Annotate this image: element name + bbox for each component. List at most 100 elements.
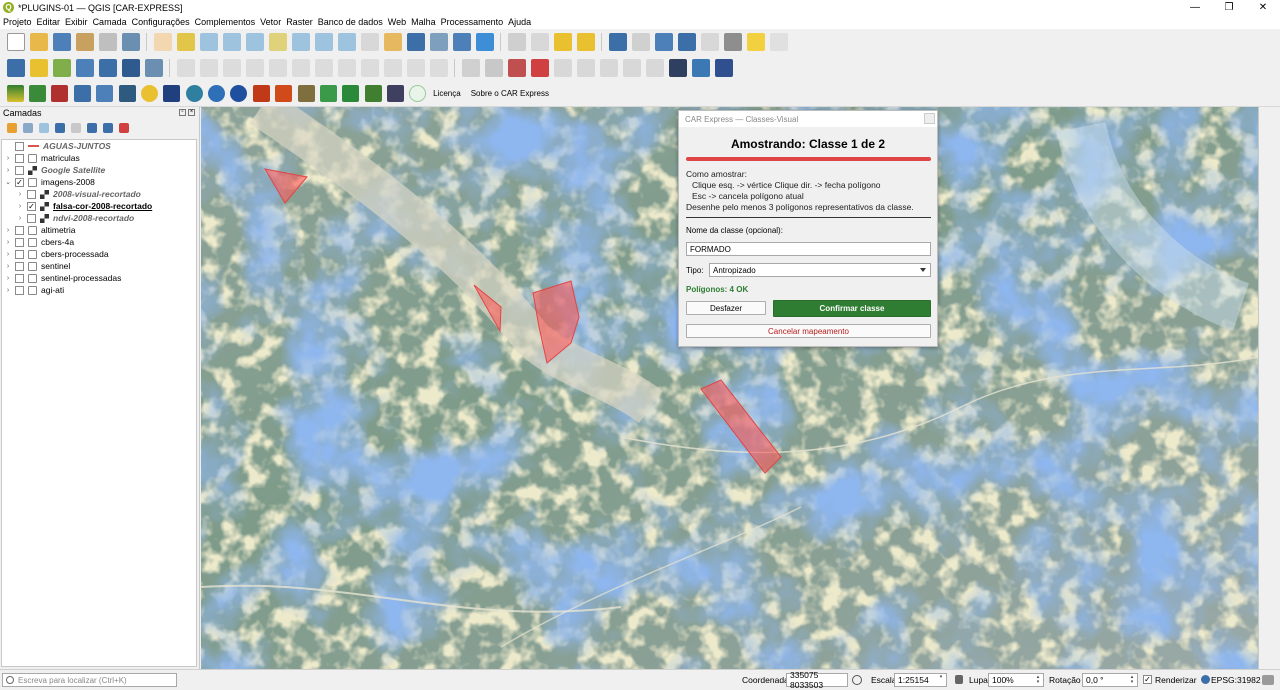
menu-vetor[interactable]: Vetor — [260, 17, 281, 27]
expand-arrow-icon[interactable]: › — [4, 263, 12, 270]
open-project-icon[interactable] — [29, 33, 48, 51]
plugin-layers-icon[interactable] — [96, 85, 114, 102]
layer-visibility-checkbox[interactable]: ✓ — [27, 201, 36, 211]
maximize-button[interactable]: ❐ — [1212, 0, 1246, 15]
menu-raster[interactable]: Raster — [286, 17, 313, 27]
layer-visibility-checkbox[interactable] — [15, 261, 24, 271]
cancel-mapping-button[interactable]: Cancelar mapeamento — [686, 324, 931, 338]
change-label-icon[interactable] — [599, 59, 618, 77]
measure-icon[interactable] — [723, 33, 742, 51]
crs-globe-icon[interactable] — [1201, 675, 1210, 684]
float-panel-icon[interactable]: ▫ — [179, 109, 186, 116]
vertex-tool-icon[interactable] — [268, 59, 287, 77]
expand-arrow-icon[interactable]: › — [4, 227, 12, 234]
plugin-search-icon[interactable] — [208, 85, 226, 102]
filter-expression-icon[interactable] — [71, 123, 81, 133]
bookmark-icon[interactable] — [406, 33, 425, 51]
select-features-icon[interactable] — [530, 33, 549, 51]
scale-field[interactable]: 1:25154 ▾ — [894, 673, 947, 687]
zoom-full-icon[interactable] — [245, 33, 264, 51]
menu-projeto[interactable]: Projeto — [3, 17, 32, 27]
zoom-in-icon[interactable] — [199, 33, 218, 51]
extents-icon[interactable] — [852, 675, 862, 685]
dialog-close-button[interactable] — [924, 113, 935, 124]
pan-to-selection-icon[interactable] — [176, 33, 195, 51]
expand-arrow-icon[interactable]: › — [4, 167, 12, 174]
layer-row[interactable]: › agi-ati — [2, 284, 196, 296]
layer-row[interactable]: › sentinel — [2, 260, 196, 272]
digitize-icon[interactable] — [245, 59, 264, 77]
plugin-image-icon[interactable] — [118, 85, 136, 102]
layer-row[interactable]: AGUAS-JUNTOS — [2, 140, 196, 152]
decorations-icon[interactable] — [769, 33, 788, 51]
add-wms-layer-icon[interactable] — [121, 59, 140, 77]
layer-visibility-checkbox[interactable] — [15, 273, 24, 283]
save-edits-icon[interactable] — [222, 59, 241, 77]
plugin-terrain-icon[interactable] — [297, 85, 315, 102]
zoom-next-icon[interactable] — [360, 33, 379, 51]
menu-malha[interactable]: Malha — [411, 17, 436, 27]
open-field-calculator-icon[interactable] — [700, 33, 719, 51]
render-checkbox[interactable]: ✓ — [1143, 675, 1152, 684]
layer-row[interactable]: › Google Satellite — [2, 164, 196, 176]
plugin-download-icon[interactable] — [29, 85, 47, 102]
add-vector-layer-icon[interactable] — [52, 59, 71, 77]
about-car-express-link[interactable]: Sobre o CAR Express — [471, 89, 549, 98]
plugin-globe-icon[interactable] — [185, 85, 203, 102]
zoom-layer-icon[interactable] — [291, 33, 310, 51]
remove-layer-icon[interactable] — [119, 123, 129, 133]
menu-exibir[interactable]: Exibir — [65, 17, 88, 27]
layer-row[interactable]: › cbers-processada — [2, 248, 196, 260]
label-tool-icon[interactable] — [461, 59, 480, 77]
new-map-view-icon[interactable] — [383, 33, 402, 51]
layer-row[interactable]: › altimetria — [2, 224, 196, 236]
manage-visibility-icon[interactable] — [39, 123, 49, 133]
label-properties-icon[interactable] — [645, 59, 664, 77]
capture-icon[interactable] — [668, 59, 687, 77]
statistics-sum-icon[interactable] — [677, 33, 696, 51]
pan-icon[interactable] — [153, 33, 172, 51]
delete-selected-icon[interactable] — [314, 59, 333, 77]
minimize-button[interactable]: — — [1178, 0, 1212, 15]
filter-legend-icon[interactable] — [55, 123, 65, 133]
expand-arrow-icon[interactable]: › — [4, 251, 12, 258]
rotate-label-icon[interactable] — [576, 59, 595, 77]
layer-row[interactable]: › 2008-visual-recortado — [2, 188, 196, 200]
menu-editar[interactable]: Editar — [37, 17, 61, 27]
zoom-last-icon[interactable] — [337, 33, 356, 51]
save-as-icon[interactable] — [75, 33, 94, 51]
menu-configuracoes[interactable]: Configurações — [132, 17, 190, 27]
current-edits-icon[interactable] — [199, 59, 218, 77]
plugin-satellite-icon[interactable] — [163, 85, 181, 102]
select-by-value-icon[interactable] — [553, 33, 572, 51]
plugin-circle-icon[interactable] — [409, 85, 427, 102]
plugin-fire-icon[interactable] — [252, 85, 270, 102]
show-hide-labels-icon[interactable] — [507, 59, 526, 77]
expand-arrow-icon[interactable]: › — [4, 287, 12, 294]
layer-row[interactable]: › ✓ falsa-cor-2008-recortado — [2, 200, 196, 212]
identify-icon[interactable] — [608, 33, 627, 51]
layer-style-icon[interactable] — [7, 123, 17, 133]
layer-row[interactable]: › sentinel-processadas — [2, 272, 196, 284]
layer-visibility-checkbox[interactable] — [15, 165, 24, 175]
menu-banco-de-dados[interactable]: Banco de dados — [318, 17, 383, 27]
lock-icon[interactable] — [955, 675, 963, 684]
coordinate-field[interactable]: 335075 8033503 — [786, 670, 848, 690]
layer-row[interactable]: › ndvi-2008-recortado — [2, 212, 196, 224]
plugin-book-icon[interactable] — [51, 85, 69, 102]
menu-processamento[interactable]: Processamento — [441, 17, 504, 27]
close-button[interactable]: ✕ — [1246, 0, 1280, 15]
layer-visibility-checkbox[interactable] — [15, 225, 24, 235]
menu-web[interactable]: Web — [388, 17, 406, 27]
zoom-out-icon[interactable] — [222, 33, 241, 51]
deselect-icon[interactable] — [576, 33, 595, 51]
toggle-editing-icon[interactable] — [176, 59, 195, 77]
confirm-class-button[interactable]: Confirmar classe — [773, 300, 931, 317]
cut-features-icon[interactable] — [337, 59, 356, 77]
temporal-icon[interactable] — [452, 33, 471, 51]
crs-label[interactable]: EPSG:31982 — [1211, 673, 1261, 687]
move-feature-icon[interactable] — [291, 59, 310, 77]
add-raster-layer-icon[interactable] — [75, 59, 94, 77]
license-link[interactable]: Licença — [433, 89, 461, 98]
redo-icon[interactable] — [429, 59, 448, 77]
